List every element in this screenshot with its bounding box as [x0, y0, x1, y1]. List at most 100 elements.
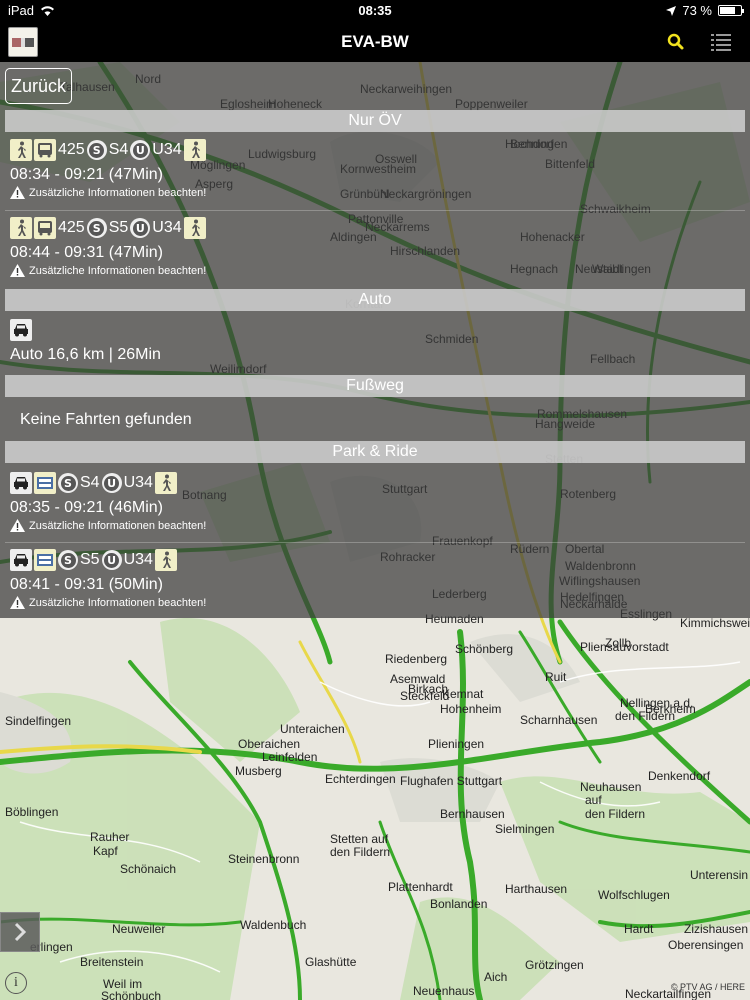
- map-place-label: Denkendorf: [648, 769, 711, 783]
- bus-icon: [34, 217, 56, 239]
- info-note: Zusätzliche Informationen beachten!: [10, 519, 206, 532]
- walk-icon: [183, 217, 206, 239]
- connection-time: 08:44 - 09:31 (47Min): [10, 244, 163, 261]
- map-place-label: Flughafen Stuttgart: [400, 774, 503, 788]
- u-line-label: U34: [152, 141, 182, 158]
- row-divider: [5, 210, 745, 211]
- info-note: Zusätzliche Informationen beachten!: [10, 264, 206, 277]
- map-place-label: Steinenbronn: [228, 852, 300, 866]
- s-bahn-icon: S: [86, 140, 107, 160]
- u-bahn-icon: U: [101, 550, 122, 570]
- s-line-label: S4: [80, 474, 100, 491]
- map-place-label: Grötzingen: [525, 958, 584, 972]
- map-place-label: Neuhausen: [580, 780, 642, 794]
- connection-time: 08:34 - 09:21 (47Min): [10, 166, 163, 183]
- warning-icon: [10, 519, 25, 532]
- map-place-label: Plieningen: [428, 737, 485, 751]
- warning-icon: [10, 186, 25, 199]
- map-place-label: Schönaich: [120, 862, 177, 876]
- u-line-label: U34: [123, 551, 153, 568]
- u-line-label: U34: [123, 474, 153, 491]
- walk-icon: [154, 472, 177, 494]
- back-button[interactable]: Zurück: [5, 68, 72, 104]
- map-place-label: Berkheim: [645, 702, 696, 716]
- connection-pr-2[interactable]: S S5 U U34 08:41 - 09:31 (50Min) Zusätzl…: [5, 548, 745, 618]
- connection-time: 08:41 - 09:31 (50Min): [10, 576, 163, 593]
- info-note: Zusätzliche Informationen beachten!: [10, 186, 206, 199]
- connection-time: 08:35 - 09:21 (46Min): [10, 499, 163, 516]
- map-place-label: den Fildern: [330, 845, 391, 859]
- transport-icons: [10, 318, 32, 342]
- connection-auto-1[interactable]: Auto 16,6 km | 26Min: [5, 318, 745, 368]
- map-place-label: Unterensin: [690, 868, 749, 882]
- walk-icon: [154, 549, 177, 571]
- warning-icon: [10, 264, 25, 277]
- section-header-auto: Auto: [5, 289, 745, 311]
- map-place-label: Zizishausen: [684, 922, 749, 936]
- car-icon: [10, 472, 32, 494]
- auto-summary: Auto 16,6 km | 26Min: [10, 346, 161, 363]
- map-place-label: Neuenhaus: [413, 984, 475, 998]
- walk-icon: [10, 139, 32, 161]
- car-icon: [10, 319, 32, 341]
- map-place-label: Rauher: [90, 830, 130, 844]
- map-place-label: Wolfschlugen: [598, 888, 670, 902]
- map-place-label: Echterdingen: [325, 772, 396, 786]
- map-place-label: Harthausen: [505, 882, 568, 896]
- map-place-label: Neuweiler: [112, 922, 166, 936]
- u-bahn-icon: U: [101, 473, 122, 493]
- map-place-label: Bonlanden: [430, 897, 488, 911]
- map-place-label: Schönbuch: [101, 989, 162, 1000]
- chevron-right-icon: [14, 922, 27, 942]
- s-line-label: S5: [108, 219, 129, 236]
- connection-oev-2[interactable]: 425 S S5 U U34 08:44 - 09:31 (47Min) Zus…: [5, 216, 745, 286]
- parking-icon: [34, 549, 56, 571]
- connection-oev-1[interactable]: 425 S S4 U U34 08:34 - 09:21 (47Min) Zus…: [5, 138, 745, 208]
- location-arrow-icon: [666, 5, 677, 16]
- map-place-label: Waldenbuch: [240, 918, 307, 932]
- status-bar: iPad 08:35 73 %: [0, 0, 750, 22]
- parking-icon: [34, 472, 56, 494]
- u-bahn-icon: U: [130, 140, 151, 160]
- no-results-text: Keine Fahrten gefunden: [20, 411, 192, 428]
- map-place-label: Oberaichen: [238, 737, 301, 751]
- s-bahn-icon: S: [86, 218, 107, 238]
- map-place-label: Scharnhausen: [520, 713, 598, 727]
- u-bahn-icon: U: [130, 218, 151, 238]
- map-place-label: Steckfeld: [400, 689, 450, 703]
- section-header-walk: Fußweg: [5, 375, 745, 397]
- results-panel: Zurück Nur ÖV 425 S S4 U U34 08:34 - 09:…: [0, 62, 750, 618]
- search-button[interactable]: [665, 31, 687, 53]
- section-header-park-ride: Park & Ride: [5, 441, 745, 463]
- map-copyright: © PTV AG / HERE: [670, 982, 745, 992]
- map-place-label: Böblingen: [5, 805, 59, 819]
- bus-line-label: 425: [58, 141, 85, 158]
- map-place-label: Zollb: [605, 636, 632, 650]
- list-icon: [711, 34, 731, 51]
- walk-icon: [10, 217, 32, 239]
- s-line-label: S5: [80, 551, 100, 568]
- transport-icons: S S4 U U34: [10, 471, 177, 495]
- s-bahn-icon: S: [58, 550, 78, 570]
- map-place-label: Oberensingen: [668, 938, 744, 952]
- map-place-label: Leinfelden: [262, 750, 318, 764]
- map-place-label: Riedenberg: [385, 652, 448, 666]
- warning-icon: [10, 596, 25, 609]
- map-place-label: Sindelfingen: [5, 714, 72, 728]
- connection-pr-1[interactable]: S S4 U U34 08:35 - 09:21 (46Min) Zusätzl…: [5, 471, 745, 541]
- app-title: EVA-BW: [341, 32, 409, 51]
- expand-panel-button[interactable]: [0, 912, 40, 952]
- map-place-label: Hohenheim: [440, 702, 502, 716]
- status-time: 08:35: [358, 3, 392, 18]
- info-button[interactable]: i: [5, 972, 27, 994]
- u-line-label: U34: [152, 219, 182, 236]
- map-place-label: Musberg: [235, 764, 282, 778]
- menu-button[interactable]: [708, 31, 734, 53]
- s-bahn-icon: S: [58, 473, 78, 493]
- map-place-label: Kapf: [93, 844, 118, 858]
- car-icon: [10, 549, 32, 571]
- section-header-oev: Nur ÖV: [5, 110, 745, 132]
- map-place-label: den Fildern: [585, 807, 646, 821]
- s-line-label: S4: [108, 141, 129, 158]
- battery-icon: [718, 5, 744, 16]
